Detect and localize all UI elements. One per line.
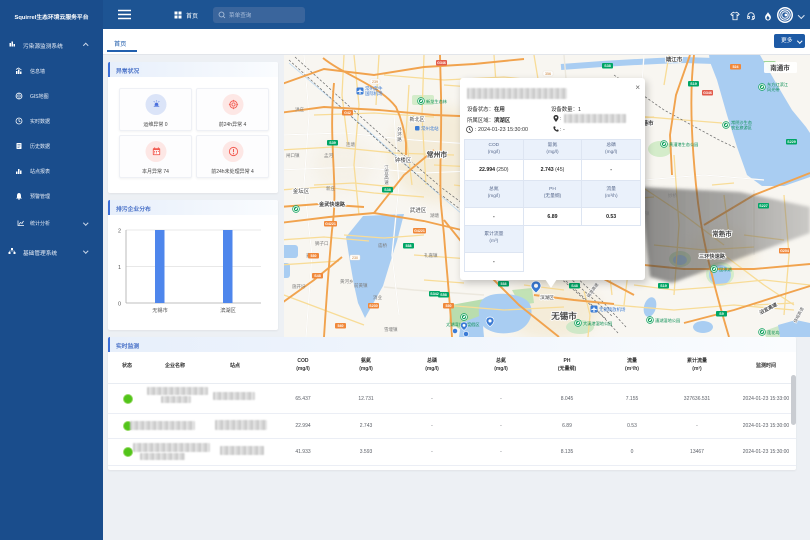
svg-text:莲花岛: 莲花岛 — [767, 329, 780, 336]
svg-text:无锡市: 无锡市 — [152, 306, 168, 314]
svg-text:消业: 消业 — [373, 294, 382, 301]
svg-text:南通市: 南通市 — [770, 63, 790, 72]
svg-text:G346: G346 — [703, 91, 712, 95]
svg-text:S19: S19 — [660, 284, 666, 288]
svg-text:新北区: 新北区 — [409, 116, 424, 123]
svg-text:538: 538 — [501, 282, 507, 286]
svg-text:540: 540 — [338, 324, 344, 328]
svg-text:连塘: 连塘 — [346, 141, 355, 148]
svg-text:庙桥: 庙桥 — [378, 242, 387, 249]
svg-text:S38: S38 — [384, 188, 390, 192]
svg-text:礼嘉镇: 礼嘉镇 — [424, 252, 438, 259]
svg-text:靖江市: 靖江市 — [666, 56, 683, 64]
svg-text:风光带: 风光带 — [767, 86, 780, 93]
svg-text:S38: S38 — [604, 64, 610, 68]
svg-text:356: 356 — [545, 72, 551, 76]
svg-text:钟楼区: 钟楼区 — [395, 156, 412, 164]
svg-text:三环快速路: 三环快速路 — [699, 252, 726, 260]
svg-text:S19: S19 — [690, 82, 696, 86]
svg-text:新龙生态林: 新龙生态林 — [426, 98, 448, 105]
svg-text:230: 230 — [352, 256, 358, 260]
svg-text:农业旅游区: 农业旅游区 — [731, 124, 752, 131]
svg-text:湖塘: 湖塘 — [430, 212, 439, 219]
svg-text:0: 0 — [118, 301, 121, 307]
svg-text:538: 538 — [406, 244, 412, 248]
svg-text:新庄: 新庄 — [326, 185, 335, 192]
svg-text:狮子口: 狮子口 — [315, 240, 329, 247]
svg-text:施开圩: 施开圩 — [292, 283, 306, 290]
svg-text:黄漕港生态公园: 黄漕港生态公园 — [669, 141, 698, 148]
svg-text:武进区: 武进区 — [410, 206, 427, 214]
svg-text:漕湖湿地公园: 漕湖湿地公园 — [655, 317, 680, 324]
svg-text:S48: S48 — [314, 274, 320, 278]
svg-text:前黄镇: 前黄镇 — [354, 282, 368, 289]
svg-text:滨湖区: 滨湖区 — [220, 306, 236, 314]
svg-text:S230: S230 — [369, 304, 377, 308]
svg-text:国际机场: 国际机场 — [365, 90, 383, 97]
svg-text:滨湖区: 滨湖区 — [540, 294, 554, 301]
svg-text:S229: S229 — [787, 140, 795, 144]
svg-text:孟河: 孟河 — [324, 152, 333, 158]
svg-text:无锡市: 无锡市 — [550, 311, 577, 321]
svg-text:1: 1 — [118, 265, 121, 271]
svg-text:S9: S9 — [719, 312, 723, 316]
svg-text:大溪港湿地公园: 大溪港湿地公园 — [583, 320, 612, 327]
svg-text:524: 524 — [733, 65, 739, 69]
svg-text:S342: S342 — [430, 292, 438, 296]
svg-text:雪堰镇: 雪堰镇 — [384, 326, 398, 333]
svg-text:昆承湖: 昆承湖 — [719, 266, 732, 273]
svg-text:外环路: 外环路 — [397, 126, 403, 143]
svg-text:239: 239 — [372, 80, 378, 84]
svg-text:G4221: G4221 — [325, 222, 336, 226]
svg-text:无锡硕放机场: 无锡硕放机场 — [599, 306, 626, 313]
svg-text:江宜高速: 江宜高速 — [384, 164, 390, 186]
svg-text:S58: S58 — [440, 293, 446, 297]
svg-text:G42: G42 — [344, 111, 351, 115]
svg-text:常熟市: 常熟市 — [712, 229, 732, 238]
svg-text:常州北站: 常州北站 — [421, 125, 439, 132]
svg-text:洪庄: 洪庄 — [295, 106, 304, 113]
svg-text:闸口镇: 闸口镇 — [286, 152, 300, 159]
svg-text:妙桥: 妙桥 — [668, 192, 677, 199]
svg-text:黄河乡: 黄河乡 — [340, 278, 354, 285]
svg-text:2: 2 — [118, 228, 121, 234]
svg-text:G346: G346 — [437, 61, 446, 65]
svg-text:530: 530 — [311, 254, 317, 258]
svg-text:S48: S48 — [571, 284, 577, 288]
svg-text:S39: S39 — [329, 141, 335, 145]
svg-text:金坛区: 金坛区 — [293, 187, 310, 195]
svg-text:530: 530 — [446, 304, 452, 308]
svg-text:G204: G204 — [780, 249, 789, 253]
svg-text:G4221: G4221 — [414, 229, 425, 233]
svg-text:S227: S227 — [759, 204, 767, 208]
svg-text:金武快速路: 金武快速路 — [318, 200, 346, 208]
svg-text:常州市: 常州市 — [427, 150, 448, 159]
